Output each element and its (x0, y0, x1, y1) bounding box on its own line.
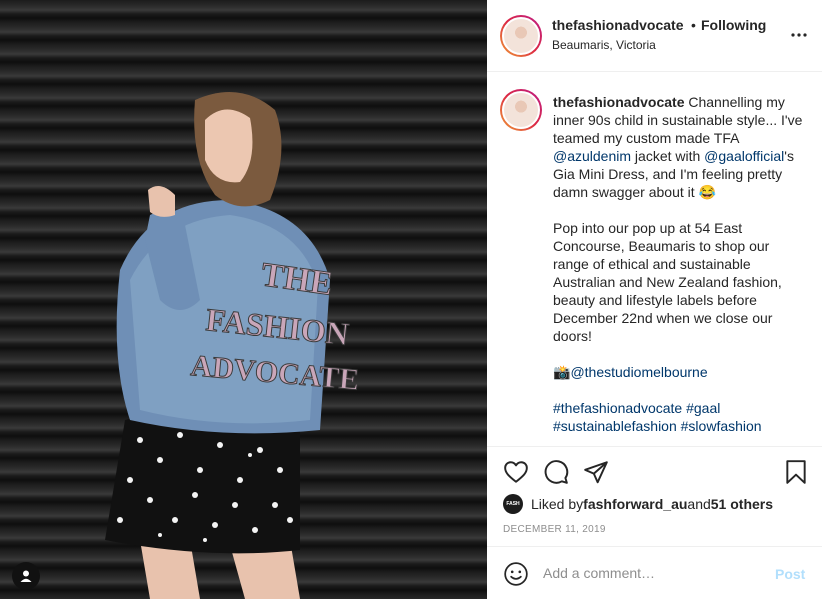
post-side-panel: thefashionadvocate • Following Beaumaris… (487, 0, 822, 599)
post-actions: FASH Liked by fashforward_au and 51 othe… (487, 446, 822, 546)
caption-text: thefashionadvocate Channelling my inner … (553, 93, 803, 435)
hashtag-link[interactable]: #sustainablefashion #slowfashion (553, 418, 762, 434)
liker-username[interactable]: fashforward_au (583, 496, 687, 512)
user-tag-button[interactable] (12, 562, 40, 590)
mention-link[interactable]: @gaalofficial (704, 148, 784, 164)
caption-text-part: jacket with (631, 148, 705, 164)
comment-icon[interactable] (543, 459, 569, 485)
caption-username[interactable]: thefashionadvocate (553, 94, 684, 110)
hashtag-link[interactable]: #gaal (686, 400, 720, 416)
person-icon (20, 570, 32, 582)
caption-text-part: 's Gia Mini Dress, and I'm feeling prett… (553, 148, 794, 380)
caption-area[interactable]: thefashionadvocate Channelling my inner … (487, 72, 822, 446)
likes-prefix: Liked by (531, 496, 584, 512)
post-photo[interactable]: THE FASHION ADVOCATE (0, 0, 487, 599)
comment-box: Post (487, 546, 822, 599)
bookmark-icon[interactable] (783, 459, 809, 485)
separator-dot: • (691, 17, 696, 33)
avatar[interactable] (500, 15, 542, 57)
location-link[interactable]: Beaumaris, Victoria (552, 38, 656, 52)
mention-link[interactable]: @azuldenim (553, 148, 631, 164)
share-icon[interactable] (583, 459, 609, 485)
photo-illustration: THE FASHION ADVOCATE (105, 92, 361, 599)
heart-icon[interactable] (503, 459, 529, 485)
ellipsis-icon[interactable] (789, 25, 809, 45)
likes-connector: and (687, 496, 711, 512)
hashtag-link[interactable]: #thefashionadvocate (553, 400, 682, 416)
following-button[interactable]: Following (701, 17, 766, 33)
likes-others-link[interactable]: 51 others (711, 496, 773, 512)
emoji-icon[interactable] (503, 561, 529, 587)
post-header: thefashionadvocate • Following Beaumaris… (487, 0, 822, 72)
post-date[interactable]: DECEMBER 11, 2019 (503, 524, 606, 535)
mention-link[interactable]: @thestudiomelbourne (570, 364, 707, 380)
liker-avatar[interactable]: FASH (503, 494, 523, 514)
post-comment-button[interactable]: Post (775, 566, 805, 582)
comment-input[interactable] (543, 561, 763, 585)
likes-summary: FASH Liked by fashforward_au and 51 othe… (503, 494, 773, 514)
post-author-username[interactable]: thefashionadvocate (552, 17, 683, 33)
caption-avatar[interactable] (500, 89, 542, 131)
